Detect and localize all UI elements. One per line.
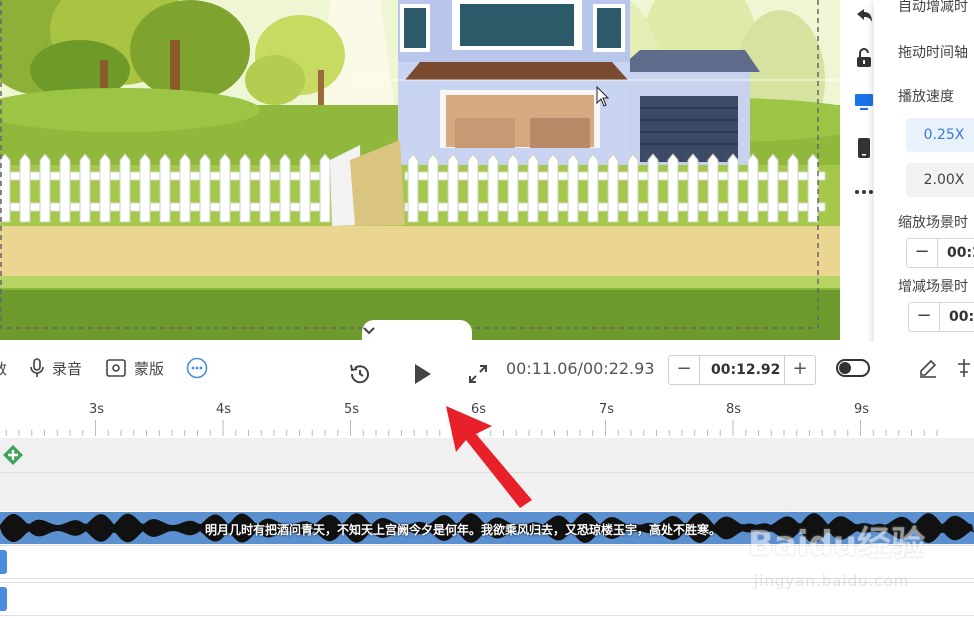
- clip-handle[interactable]: [0, 587, 7, 611]
- adjust-scene-stepper[interactable]: − 00:: [908, 302, 974, 332]
- ruler-tick-label: 7s: [599, 402, 615, 417]
- speed-option-0.25x[interactable]: 0.25X: [906, 118, 974, 152]
- watermark-brand: Baidu经验: [748, 524, 926, 564]
- playback-speed-label: 播放速度: [898, 89, 954, 105]
- ruler-tick-label: 5s: [344, 402, 360, 417]
- partial-toolbar-label[interactable]: 数: [0, 358, 7, 379]
- edit-icon[interactable]: [918, 358, 938, 378]
- more-icon[interactable]: [852, 180, 876, 204]
- drag-timeline-label: 拖动时间轴: [898, 45, 968, 61]
- chevron-down-icon: [363, 327, 375, 335]
- auto-adjust-label: 自动增减时: [898, 0, 968, 15]
- ruler-tick-label: 8s: [726, 402, 742, 417]
- replay-icon[interactable]: [348, 362, 372, 386]
- clip-handle[interactable]: [0, 550, 7, 574]
- more-options-icon[interactable]: [186, 357, 208, 379]
- adjust-scene-value[interactable]: 00:: [949, 303, 974, 331]
- minus-button[interactable]: −: [669, 356, 700, 384]
- audio-caption: 明月几时有把酒问青天，不知天上宫阙今夕是何年。我欲乘风归去，又恐琼楼玉宇，高处不…: [205, 523, 722, 537]
- speed-option-2x[interactable]: 2.00X: [906, 163, 974, 197]
- add-scene-icon[interactable]: [2, 444, 24, 466]
- phone-icon[interactable]: [852, 136, 876, 160]
- collapse-panel-button[interactable]: [362, 320, 472, 340]
- annotation-arrow: [446, 406, 532, 508]
- play-icon[interactable]: [412, 362, 434, 386]
- duration-stepper[interactable]: − 00:12.92 +: [668, 355, 816, 385]
- toggle-knob: [839, 362, 851, 374]
- timeline-toolbar: 数 录音 蒙版 00:11.06/00:22.93 − 00:12.92 +: [0, 342, 974, 399]
- scale-scene-stepper[interactable]: − 00:2: [906, 238, 974, 268]
- unlock-icon[interactable]: [852, 46, 876, 70]
- watermark: Baidu经验 jingyan.baidu.com: [748, 516, 968, 596]
- settings-panel: 自动增减时 拖动时间轴 播放速度 0.25X 2.00X 缩放场景时 − 00:…: [874, 0, 974, 352]
- undo-icon[interactable]: [852, 4, 876, 28]
- adjust-scene-label: 增减场景时: [898, 279, 968, 295]
- record-button[interactable]: 录音: [52, 358, 82, 379]
- monitor-icon[interactable]: [852, 90, 876, 114]
- scale-scene-value[interactable]: 00:2: [947, 239, 974, 267]
- ruler-tick-label: 9s: [854, 402, 870, 417]
- plus-button[interactable]: +: [784, 356, 815, 384]
- minus-button[interactable]: −: [909, 303, 940, 331]
- scale-scene-label: 缩放场景时: [898, 215, 968, 231]
- ruler-tick-label: 3s: [89, 402, 105, 417]
- time-display: 00:11.06/00:22.93: [506, 359, 655, 378]
- split-icon[interactable]: [954, 358, 974, 378]
- microphone-icon[interactable]: [28, 358, 46, 378]
- scene-canvas[interactable]: [0, 0, 840, 340]
- watermark-url: jingyan.baidu.com: [754, 572, 910, 590]
- ruler-tick-label: 4s: [216, 402, 232, 417]
- toggle-switch[interactable]: [836, 359, 870, 377]
- fullscreen-icon[interactable]: [468, 364, 488, 384]
- house-scene-illustration: [0, 0, 840, 340]
- mask-icon[interactable]: [106, 359, 126, 377]
- mask-button[interactable]: 蒙版: [134, 358, 164, 379]
- minus-button[interactable]: −: [907, 239, 938, 267]
- duration-value[interactable]: 00:12.92: [711, 356, 780, 384]
